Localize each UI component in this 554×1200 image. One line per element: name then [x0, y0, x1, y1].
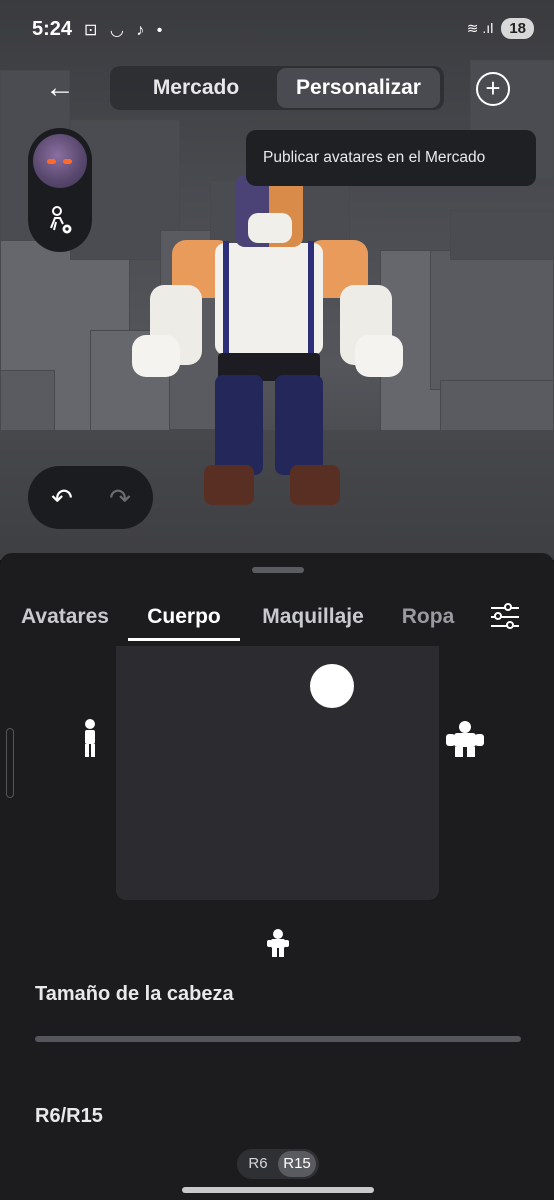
short-body-icon [267, 929, 289, 957]
slim-body-icon [85, 719, 95, 757]
status-bar: 5:24 ⊡ ◡ ♪ • ≋ .ıl 18 [0, 0, 554, 62]
redo-icon: ↷ [109, 483, 131, 513]
rig-type-label: R6/R15 [35, 1105, 103, 1127]
head-size-slider[interactable] [35, 1036, 521, 1042]
status-time: 5:24 [32, 18, 73, 40]
history-controls: ↶ ↷ [28, 466, 153, 529]
avatar-character[interactable] [130, 175, 405, 515]
rig-option-r6[interactable]: R6 [239, 1151, 277, 1177]
home-indicator[interactable] [182, 1187, 374, 1193]
signal-icon: ≋ .ıl [466, 20, 494, 36]
tab-mercado[interactable]: Mercado [116, 68, 276, 108]
tab-avatares[interactable]: Avatares [14, 601, 116, 641]
avatar-hand [355, 335, 403, 377]
undo-button[interactable]: ↶ [44, 480, 80, 516]
plus-icon: + [485, 73, 501, 103]
avatar-eye [63, 159, 72, 164]
background-block [430, 250, 554, 390]
sheet-drag-handle[interactable] [252, 567, 304, 573]
redo-button[interactable]: ↷ [102, 480, 138, 516]
body-proportion-pad[interactable] [116, 646, 439, 900]
category-tabs: Avatares Cuerpo Maquillaje Ropa [0, 601, 554, 647]
filter-button[interactable] [488, 601, 524, 633]
mode-switch: Mercado Personalizar [110, 66, 444, 110]
back-button[interactable]: ← [38, 68, 82, 108]
avatar-settings-button[interactable] [46, 204, 76, 238]
avatar-leg [275, 375, 323, 475]
avatar-leg [215, 375, 263, 475]
rig-type-toggle: R6 R15 [237, 1149, 319, 1179]
battery-icon: 18 [501, 18, 534, 39]
avatar-eye [47, 159, 56, 164]
tab-ropa[interactable]: Ropa [396, 601, 460, 641]
publish-button[interactable]: + [476, 72, 510, 106]
avatar-strap [308, 241, 314, 353]
avatar[interactable] [33, 134, 87, 188]
avatar-switcher [28, 128, 92, 252]
notification-icons: ⊡ ◡ ♪ • [84, 22, 167, 39]
undo-icon: ↶ [51, 483, 73, 513]
customize-sheet: Avatares Cuerpo Maquillaje Ropa Tamaño d… [0, 553, 554, 1200]
tab-cuerpo[interactable]: Cuerpo [128, 601, 240, 641]
person-settings-icon [50, 206, 72, 234]
tab-personalizar[interactable]: Personalizar [277, 68, 440, 108]
avatar-boot [204, 465, 254, 505]
background-block [450, 210, 554, 260]
avatar-torso [215, 243, 323, 355]
head-size-label: Tamaño de la cabeza [35, 983, 234, 1005]
publish-tooltip: Publicar avatares en el Mercado [246, 130, 536, 186]
avatar-strap [223, 241, 229, 353]
wide-body-icon [446, 721, 484, 757]
arrow-left-icon: ← [45, 71, 75, 104]
scrollbar[interactable] [6, 728, 14, 798]
status-right: ≋ .ıl 18 [467, 18, 534, 39]
avatar-scene[interactable]: 5:24 ⊡ ◡ ♪ • ≋ .ıl 18 ← Mercado Personal… [0, 0, 554, 560]
tab-maquillaje[interactable]: Maquillaje [254, 601, 372, 641]
rig-option-r15[interactable]: R15 [278, 1151, 316, 1177]
avatar-hand [132, 335, 180, 377]
avatar-muzzle [248, 213, 292, 243]
body-proportion-knob[interactable] [310, 664, 354, 708]
avatar-boot [290, 465, 340, 505]
